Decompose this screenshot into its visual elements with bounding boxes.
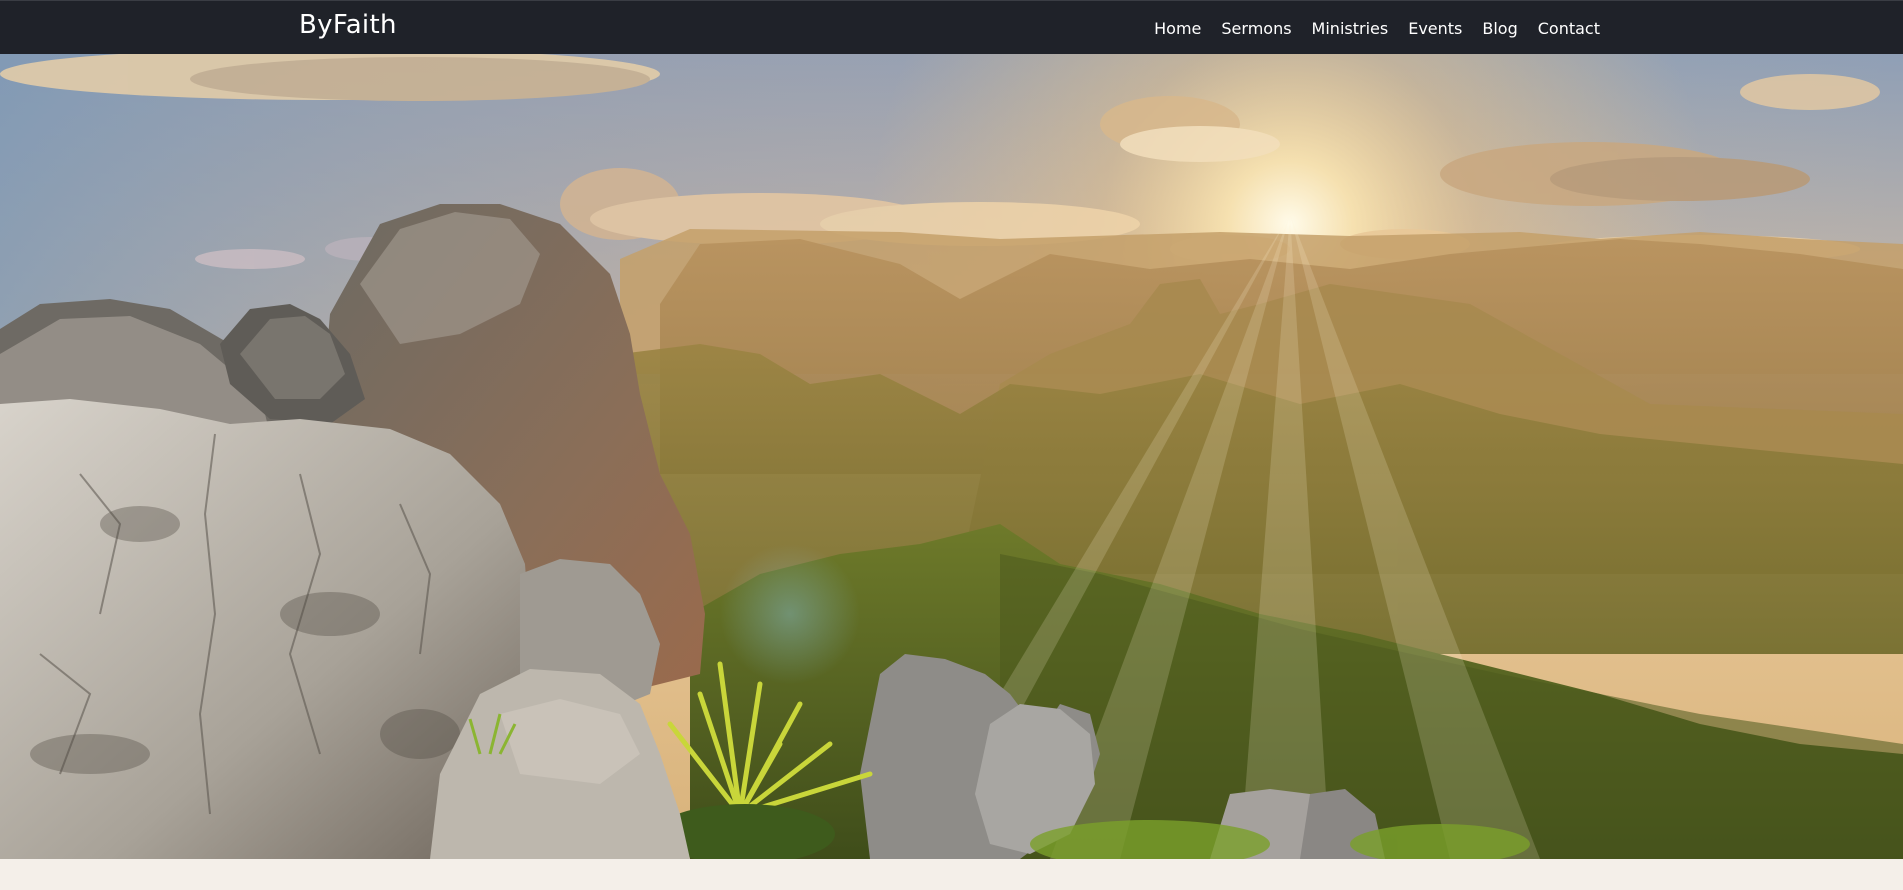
nav-link-home[interactable]: Home (1154, 19, 1201, 38)
top-navbar: ByFaith Home Sermons Ministries Events B… (0, 0, 1903, 54)
nav-link-sermons[interactable]: Sermons (1221, 19, 1291, 38)
hero-landscape-illustration (0, 54, 1903, 859)
nav-link-events[interactable]: Events (1408, 19, 1462, 38)
nav-link-contact[interactable]: Contact (1538, 19, 1600, 38)
nav-item-events: Events (1408, 19, 1462, 38)
nav-item-home: Home (1154, 19, 1201, 38)
nav-item-contact: Contact (1538, 19, 1600, 38)
nav-item-blog: Blog (1482, 19, 1517, 38)
nav-link-blog[interactable]: Blog (1482, 19, 1517, 38)
brand-logo-link[interactable]: ByFaith (299, 10, 397, 40)
nav-link-ministries[interactable]: Ministries (1312, 19, 1389, 38)
nav-item-sermons: Sermons (1221, 19, 1291, 38)
main-nav: Home Sermons Ministries Events Blog Cont… (1154, 1, 1600, 55)
hero-banner-image (0, 54, 1903, 859)
nav-item-ministries: Ministries (1312, 19, 1389, 38)
below-hero-section (0, 859, 1903, 890)
